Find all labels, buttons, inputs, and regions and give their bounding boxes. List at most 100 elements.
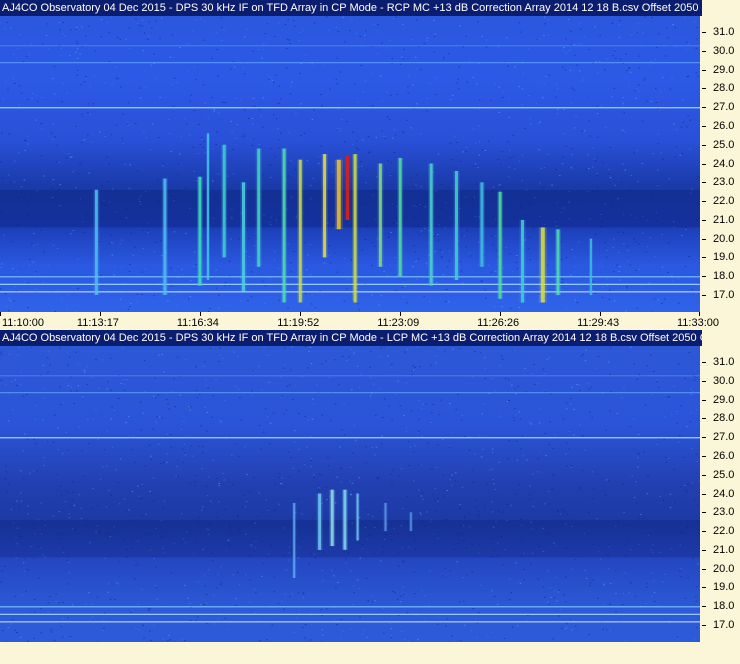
rfi-line-5 [0,375,700,377]
freq-tick-label: 26.0 [713,119,735,132]
time-tick-label: 11:29:43 [577,317,620,329]
burst-glow-22 [588,238,593,295]
burst-glow-17 [478,182,485,267]
rfi-line-0 [0,107,700,109]
dark-band [0,519,700,558]
freq-tick-label: 23.0 [713,176,735,189]
freq-tick [702,144,706,146]
time-tick-label: 11:23:09 [377,317,420,329]
burst-glow-6 [255,148,262,267]
time-tick [699,312,700,316]
freq-tick-label: 20.0 [713,232,735,245]
freq-tick [702,276,706,278]
freq-tick [702,88,706,90]
spectrogram-background [0,330,700,642]
freq-tick-label: 17.0 [713,619,735,631]
burst-glow-2 [196,176,203,286]
freq-tick-label: 30.0 [713,44,735,57]
freq-tick-label: 27.0 [713,101,735,114]
freq-tick-label: 18.0 [713,270,735,283]
rcp-frequency-axis: 31.0 30.0 29.0 28.0 27.0 26.0 25.0 24.0 23.0 22.0… [700,0,740,312]
rcp-time-axis: 11:10:00 11:13:17 11:16:34 11:19:52 11:23:09… [0,312,740,330]
freq-tick [702,362,706,363]
time-tick [99,312,101,316]
lcp-time-axis [0,642,740,664]
freq-tick-label: 25.0 [713,138,735,151]
rcp-spectrogram [0,0,700,312]
freq-tick-label: 23.0 [713,506,735,519]
freq-tick [702,568,706,570]
burst-glow-6 [408,512,413,532]
freq-tick-label: 25.0 [713,468,735,481]
freq-tick [702,32,706,33]
freq-tick-label: 29.0 [713,393,735,406]
time-tick [600,312,602,316]
freq-tick [702,399,706,401]
freq-tick [702,219,706,221]
time-tick-label: 11:13:17 [76,317,119,329]
rfi-line-5 [0,45,700,47]
lcp-frequency-axis: 31.0 30.0 29.0 28.0 27.0 26.0 25.0 24.0 23.0 22.0… [700,330,740,642]
freq-tick-label: 29.0 [713,63,735,76]
rcp-panel: AJ4CO Observatory 04 Dec 2015 - DPS 30 k… [0,0,740,330]
burst-glow-21 [555,229,561,296]
rfi-line-2 [0,276,700,278]
rcp-title: AJ4CO Observatory 04 Dec 2015 - DPS 30 k… [0,0,702,16]
freq-tick [702,625,706,626]
freq-tick-label: 30.0 [713,374,735,387]
freq-tick-label: 31.0 [713,26,735,38]
freq-tick-label: 28.0 [713,82,735,95]
freq-tick [702,493,706,495]
freq-tick [702,455,706,457]
freq-tick [702,238,706,240]
burst-glow-3 [206,133,210,280]
burst-glow-11 [344,156,351,220]
burst-glow-13 [377,163,384,267]
burst-glow-0 [93,189,100,295]
freq-tick-label: 19.0 [713,581,735,594]
freq-tick [702,437,706,439]
time-tick-label: 11:10:00 [2,317,45,329]
rfi-line-1 [0,392,700,394]
rfi-line-4 [0,621,700,623]
rfi-line-3 [0,613,700,615]
freq-tick [702,418,706,420]
freq-tick [702,587,706,589]
rfi-line-4 [0,291,700,293]
freq-tick-label: 28.0 [713,412,735,425]
lcp-title: AJ4CO Observatory 04 Dec 2015 - DPS 30 k… [0,330,702,346]
burst-glow-19 [519,219,526,303]
freq-tick-label: 24.0 [713,157,735,170]
burst-glow-5 [383,502,388,532]
freq-tick [702,182,706,184]
burst-glow-4 [221,144,228,258]
freq-tick [702,606,706,608]
lcp-spectrogram [0,330,700,642]
freq-tick [702,201,706,203]
freq-tick [702,474,706,476]
burst-glow-7 [281,148,288,303]
rcp-spectrogram-svg [0,0,700,312]
freq-tick-label: 27.0 [713,431,735,444]
freq-tick [702,380,706,382]
freq-tick [702,107,706,109]
freq-tick-label: 21.0 [713,213,735,226]
freq-tick [702,69,706,71]
burst-glow-10 [334,159,343,230]
burst-glow-4 [355,493,360,541]
rfi-line-0 [0,437,700,439]
freq-tick-label: 31.0 [713,356,735,368]
freq-tick [702,549,706,551]
freq-tick [702,163,706,165]
freq-tick [702,295,706,296]
lcp-panel: AJ4CO Observatory 04 Dec 2015 - DPS 30 k… [0,330,740,664]
burst-glow-18 [497,191,504,299]
time-tick [500,312,502,316]
freq-tick [702,50,706,52]
rfi-line-2 [0,606,700,608]
freq-tick [702,512,706,514]
time-tick-label: 11:26:26 [477,317,520,329]
freq-tick-label: 21.0 [713,543,735,556]
freq-tick-label: 26.0 [713,449,735,462]
time-tick [300,312,302,316]
